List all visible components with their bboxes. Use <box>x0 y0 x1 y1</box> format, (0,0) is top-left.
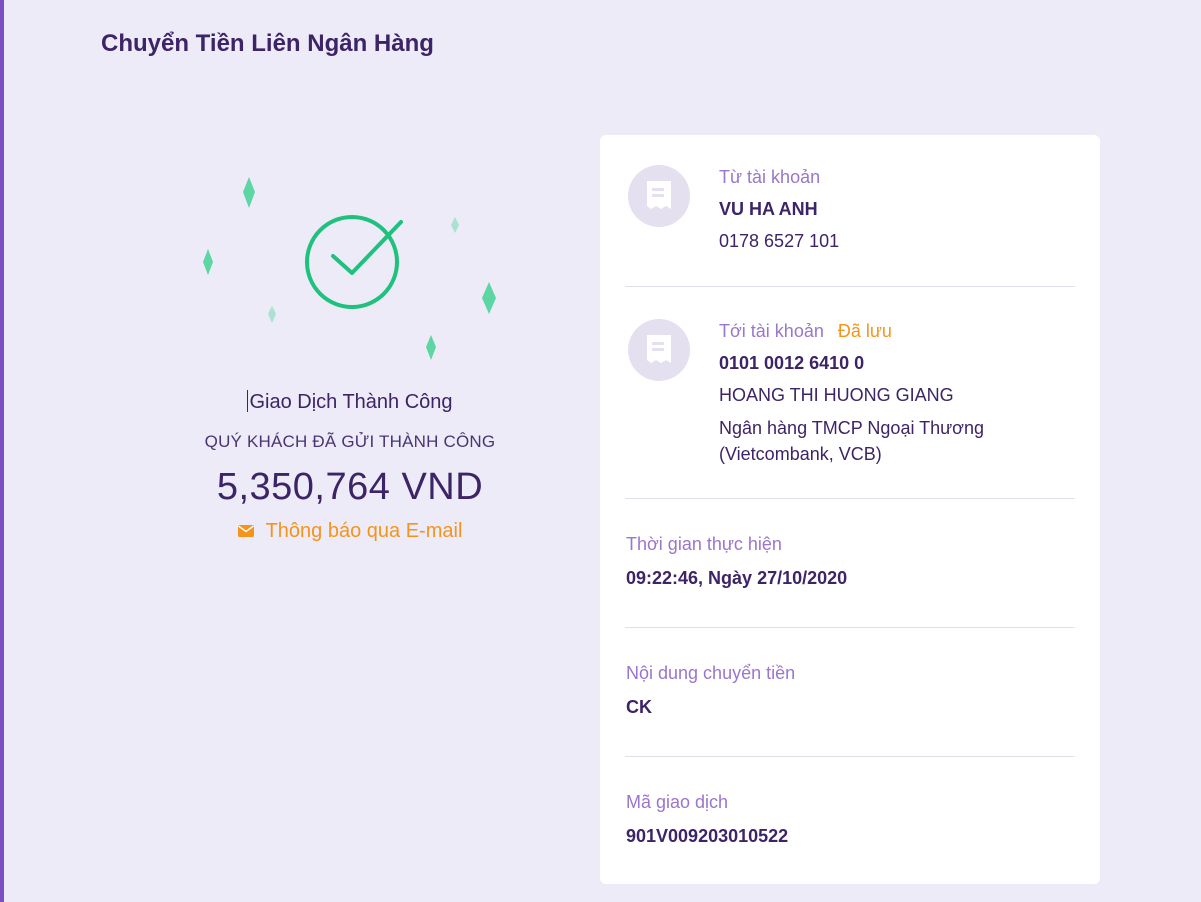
success-illustration <box>203 177 496 360</box>
time-section: Thời gian thực hiện 09:22:46, Ngày 27/10… <box>626 534 847 589</box>
divider <box>625 498 1075 499</box>
check-circle-icon <box>305 215 403 309</box>
transfer-amount: 5,350,764 VND <box>216 466 484 508</box>
transaction-id-section: Mã giao dịch 901V009203010522 <box>626 792 788 847</box>
time-label: Thời gian thực hiện <box>626 534 782 554</box>
content-label: Nội dung chuyển tiền <box>626 663 796 683</box>
saved-badge: Đã lưu <box>837 321 892 341</box>
mail-icon <box>237 525 254 537</box>
from-account-label: Từ tài khoản <box>719 167 821 187</box>
left-border <box>0 0 4 902</box>
to-account-section: Tới tài khoản Đã lưu 0101 0012 6410 0 HOA… <box>628 319 1078 479</box>
time-value: 09:22:46, Ngày 27/10/2020 <box>626 568 848 588</box>
bank-code: (Vietcombank, VCB) <box>719 444 882 464</box>
transaction-id-value: 901V009203010522 <box>626 826 789 846</box>
from-account-number: 0178 6527 101 <box>719 231 840 251</box>
page-title: Chuyển Tiền Liên Ngân Hàng <box>101 30 434 57</box>
success-subtitle: QUÝ KHÁCH ĐÃ GỬI THÀNH CÔNG <box>204 432 496 451</box>
content-section: Nội dung chuyển tiền CK <box>626 663 795 718</box>
email-notice-label: Thông báo qua E-mail <box>265 520 463 542</box>
receipt-icon <box>647 335 671 363</box>
to-account-label: Tới tài khoản <box>719 321 824 341</box>
receipt-icon <box>647 181 671 209</box>
to-account-label-row: Tới tài khoản Đã lưu <box>719 321 892 342</box>
divider <box>625 286 1075 287</box>
to-account-avatar <box>628 319 690 381</box>
from-account-name: VU HA ANH <box>719 199 818 219</box>
bank-name: Ngân hàng TMCP Ngoại Thương <box>719 418 985 438</box>
to-account-name: HOANG THI HUONG GIANG <box>719 385 954 405</box>
transaction-id-label: Mã giao dịch <box>626 792 729 812</box>
from-account-section: Từ tài khoản VU HA ANH 0178 6527 101 <box>628 165 1078 265</box>
divider <box>625 756 1075 757</box>
transaction-detail-card: Từ tài khoản VU HA ANH 0178 6527 101 Tới… <box>600 135 1100 884</box>
success-title: Giao Dịch Thành Công <box>180 390 520 414</box>
email-notification-link[interactable]: Thông báo qua E-mail <box>180 520 520 543</box>
divider <box>625 627 1075 628</box>
status-title: Giao Dịch Thành Công <box>249 391 453 413</box>
to-account-number: 0101 0012 6410 0 <box>719 353 865 373</box>
from-account-avatar <box>628 165 690 227</box>
content-value: CK <box>626 697 652 717</box>
